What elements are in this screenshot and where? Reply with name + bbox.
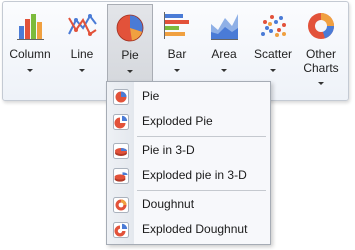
doughnut-icon xyxy=(113,197,129,213)
menu-item-exploded-doughnut[interactable]: Exploded Doughnut xyxy=(107,218,270,242)
exploded-pie-icon xyxy=(113,114,129,130)
menu-separator xyxy=(137,190,266,191)
scatter-chart-label: Scatter xyxy=(253,47,292,61)
chevron-down-icon xyxy=(318,82,324,85)
menu-item-label: Pie in 3-D xyxy=(142,143,195,157)
line-chart-icon xyxy=(68,14,97,36)
area-chart-icon xyxy=(211,14,238,40)
chevron-down-icon xyxy=(127,70,133,73)
pie-chart-icon xyxy=(116,14,144,42)
doughnut-chart-icon xyxy=(308,13,335,39)
menu-item-label: Exploded Pie xyxy=(142,114,213,128)
menu-item-pie[interactable]: Pie xyxy=(107,85,270,109)
bar-chart-label: Bar xyxy=(167,47,187,61)
menu-separator xyxy=(137,136,266,137)
pie-chart-dropdown-menu: Pie Exploded Pie Pie in 3-D Exploded pie… xyxy=(106,81,271,245)
other-label-line1: Other xyxy=(305,47,336,61)
menu-item-exploded-pie-3d[interactable]: Exploded pie in 3-D xyxy=(107,164,270,188)
menu-item-label: Exploded pie in 3-D xyxy=(142,168,247,182)
column-chart-button[interactable]: Column xyxy=(5,4,55,96)
charts-label-line2: Charts xyxy=(303,61,339,75)
chevron-down-icon xyxy=(270,69,276,72)
pie-chart-label: Pie xyxy=(121,48,139,62)
menu-item-label: Pie xyxy=(142,89,160,103)
column-chart-icon xyxy=(17,14,44,40)
menu-item-exploded-pie[interactable]: Exploded Pie xyxy=(107,110,270,134)
chevron-down-icon xyxy=(221,69,227,72)
area-chart-label: Area xyxy=(211,47,237,61)
line-chart-button[interactable]: Line xyxy=(58,4,106,96)
menu-item-label: Doughnut xyxy=(142,197,195,211)
menu-item-doughnut[interactable]: Doughnut xyxy=(107,193,270,217)
menu-item-label: Exploded Doughnut xyxy=(142,222,248,236)
scatter-chart-icon xyxy=(261,15,286,37)
chevron-down-icon xyxy=(79,69,85,72)
line-chart-label: Line xyxy=(70,47,94,61)
pie-icon xyxy=(113,89,129,105)
other-charts-button[interactable]: Other Charts xyxy=(297,4,345,96)
exploded-pie-3d-icon xyxy=(113,168,129,184)
bar-chart-icon xyxy=(164,12,189,39)
other-charts-label: Other Charts xyxy=(297,47,345,75)
chevron-down-icon xyxy=(174,69,180,72)
pie-3d-icon xyxy=(113,143,129,159)
column-chart-label: Column xyxy=(9,47,51,61)
chevron-down-icon xyxy=(27,69,33,72)
menu-item-pie-3d[interactable]: Pie in 3-D xyxy=(107,139,270,163)
exploded-doughnut-icon xyxy=(113,222,129,238)
